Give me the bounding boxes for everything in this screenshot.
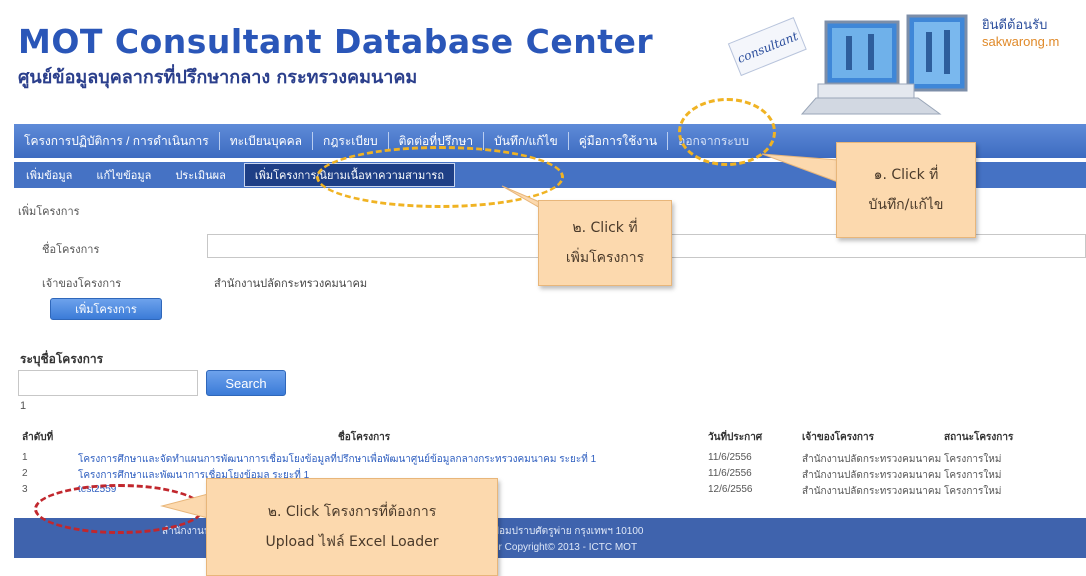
callout-step1-line1: ๑. Click ที่ xyxy=(873,167,939,183)
callout-step3-line1: ๒. Click โครงการที่ต้องการ xyxy=(267,504,437,520)
project-owner-label: เจ้าของโครงการ xyxy=(42,278,122,290)
project-owner-value: สำนักงานปลัดกระทรวงคมนาคม xyxy=(214,278,368,290)
row-date: 12/6/2556 xyxy=(708,484,753,495)
row-owner: สำนักงานปลัดกระทรวงคมนาคม xyxy=(802,470,942,481)
submenu-evaluate[interactable]: ประเมินผล xyxy=(163,166,238,184)
search-label: ระบุชื่อโครงการ xyxy=(20,352,104,366)
col-header-status: สถานะโครงการ xyxy=(944,432,1014,443)
row-owner: สำนักงานปลัดกระทรวงคมนาคม xyxy=(802,454,942,465)
submenu-add-data[interactable]: เพิ่มข้อมูล xyxy=(14,166,84,184)
section-title: เพิ่มโครงการ xyxy=(18,206,80,218)
row-owner: สำนักงานปลัดกระทรวงคมนาคม xyxy=(802,486,942,497)
col-header-no: ลำดับที่ xyxy=(22,432,54,443)
callout-step2-line1: ๒. Click ที่ xyxy=(572,220,638,236)
site-title: MOT Consultant Database Center xyxy=(18,22,654,61)
row-no: 2 xyxy=(22,468,28,479)
callout-pointer-1 xyxy=(761,153,839,183)
project-name-label: ชื่อโครงการ xyxy=(42,244,100,256)
callout-pointer-3 xyxy=(160,493,209,519)
row-project-link[interactable]: โครงการศึกษาและจัดทำแผนการพัฒนาการเชื่อม… xyxy=(78,452,638,467)
row-status: โครงการใหม่ xyxy=(944,470,1002,481)
page-header: MOT Consultant Database Center ศูนย์ข้อม… xyxy=(0,0,1086,118)
table-row: 1 โครงการศึกษาและจัดทำแผนการพัฒนาการเชื่… xyxy=(18,450,1086,466)
table-header: ลำดับที่ ชื่อโครงการ วันที่ประกาศ เจ้าขอ… xyxy=(18,428,1086,450)
callout-step1-line2: บันทึก/แก้ไข xyxy=(868,197,944,213)
search-input[interactable] xyxy=(18,370,198,396)
callout-step-save-edit: ๑. Click ที่ บันทึก/แก้ไข xyxy=(836,142,976,238)
row-status: โครงการใหม่ xyxy=(944,454,1002,465)
menu-item-save-edit[interactable]: บันทึก/แก้ไข xyxy=(484,132,569,150)
menu-item-regulations[interactable]: กฎระเบียบ xyxy=(313,132,389,150)
menu-item-registry[interactable]: ทะเบียนบุคคล xyxy=(220,132,314,150)
row-status: โครงการใหม่ xyxy=(944,486,1002,497)
submenu-edit-data[interactable]: แก้ไขข้อมูล xyxy=(84,166,163,184)
callout-step2-line2: เพิ่มโครงการ xyxy=(565,250,645,266)
username-link[interactable]: sakwarong.m xyxy=(982,34,1059,49)
search-button[interactable]: Search xyxy=(206,370,286,396)
callout-step-add-project: ๒. Click ที่ เพิ่มโครงการ xyxy=(538,200,672,286)
callout-step3-line2: Upload ไฟล์ Excel Loader xyxy=(265,534,439,550)
welcome-text: ยินดีต้อนรับ xyxy=(982,17,1048,32)
result-count: 1 xyxy=(20,400,27,412)
menu-item-projects[interactable]: โครงการปฏิบัติการ / การดำเนินการ xyxy=(14,132,220,150)
row-no: 1 xyxy=(22,452,28,463)
site-subtitle: ศูนย์ข้อมูลบุคลากรที่ปรึกษากลาง กระทรวงค… xyxy=(18,67,418,88)
col-header-date: วันที่ประกาศ xyxy=(708,432,763,443)
row-date: 11/6/2556 xyxy=(708,468,752,479)
callout-step-select-project: ๒. Click โครงการที่ต้องการ Upload ไฟล์ E… xyxy=(206,478,498,576)
table-row: 2 โครงการศึกษาและพัฒนาการเชื่อมโยงข้อมูล… xyxy=(18,466,1086,482)
col-header-owner: เจ้าของโครงการ xyxy=(802,432,874,443)
menu-item-manual[interactable]: คู่มือการใช้งาน xyxy=(569,132,669,150)
row-date: 11/6/2556 xyxy=(708,452,752,463)
header-computer-graphic: consultant xyxy=(718,6,978,118)
add-project-button[interactable]: เพิ่มโครงการ xyxy=(50,298,162,320)
